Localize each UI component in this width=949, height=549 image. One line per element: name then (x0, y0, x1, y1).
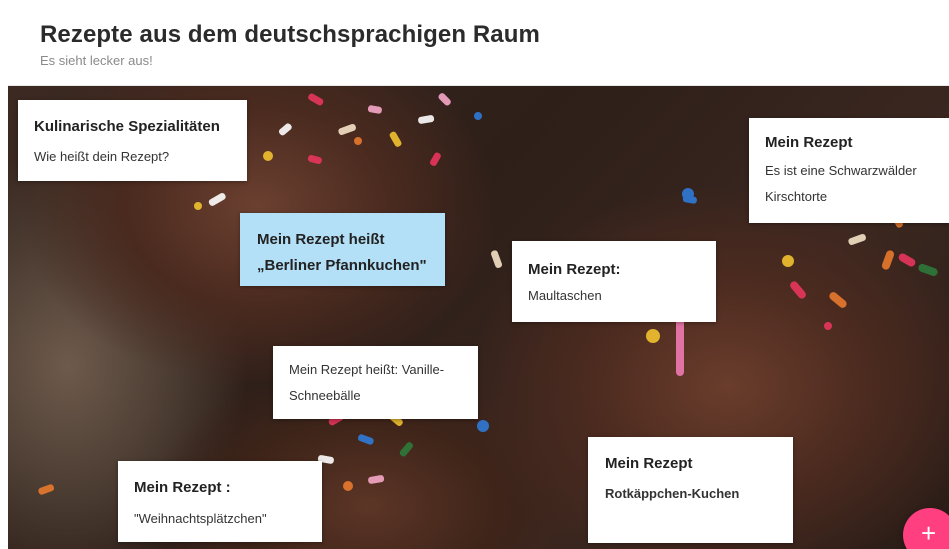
post-card-5[interactable]: Mein Rezept heißt: Vanille-Schneebälle (273, 346, 478, 419)
post-card-2[interactable]: Mein Rezept Es ist eine Schwarzwälder Ki… (749, 118, 949, 223)
post-body: "Weihnachtsplätzchen" (134, 511, 267, 526)
post-card-1[interactable]: Kulinarische Spezialitäten Wie heißt dei… (18, 100, 247, 181)
plus-icon: + (921, 518, 937, 548)
post-card-6[interactable]: Mein Rezept Rotkäppchen-Kuchen (588, 437, 793, 543)
page-header: Rezepte aus dem deutschsprachigen Raum E… (0, 0, 949, 86)
post-heading: Kulinarische Spezialitäten (34, 118, 220, 135)
post-card-7[interactable]: Mein Rezept : "Weihnachtsplätzchen" (118, 461, 322, 542)
post-heading: Mein Rezept (765, 134, 853, 151)
page-subtitle: Es sieht lecker aus! (40, 53, 153, 68)
page-title: Rezepte aus dem deutschsprachigen Raum (40, 21, 540, 48)
post-heading: Mein Rezept heißt „Berliner Pfannkuchen" (257, 231, 427, 274)
post-heading: Mein Rezept: (528, 261, 621, 278)
post-heading: Mein Rezept (605, 455, 693, 472)
padlet-wall[interactable]: Kulinarische Spezialitäten Wie heißt dei… (8, 86, 949, 549)
post-body: Maultaschen (528, 288, 602, 303)
post-body: Es ist eine Schwarzwälder Kirschtorte (765, 163, 917, 204)
post-body: Rotkäppchen-Kuchen (605, 486, 740, 501)
post-body: Mein Rezept heißt: Vanille-Schneebälle (289, 362, 445, 403)
post-heading: Mein Rezept : (134, 479, 231, 496)
post-body: Wie heißt dein Rezept? (34, 149, 170, 164)
post-card-3[interactable]: Mein Rezept heißt „Berliner Pfannkuchen" (240, 213, 445, 286)
post-card-4[interactable]: Mein Rezept: Maultaschen (512, 241, 716, 322)
